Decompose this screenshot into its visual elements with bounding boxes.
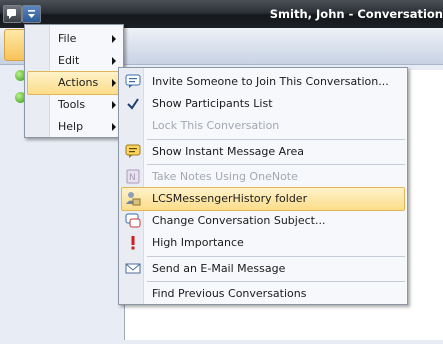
app-menu-button[interactable] xyxy=(22,5,41,23)
menu-item-file[interactable]: File xyxy=(27,27,121,51)
app-icon[interactable] xyxy=(3,5,22,23)
invite-icon xyxy=(125,74,141,88)
menu-item-label: File xyxy=(58,32,77,45)
menu-item-show-participants[interactable]: Show Participants List xyxy=(121,92,405,116)
menu-item-find-previous[interactable]: Find Previous Conversations xyxy=(121,282,405,306)
menu-item-tools[interactable]: Tools xyxy=(27,93,121,117)
onenote-icon: N xyxy=(126,169,140,184)
menu-item-label: LCSMessengerHistory folder xyxy=(152,192,308,205)
menu-item-show-im-area[interactable]: Show Instant Message Area xyxy=(121,140,405,164)
menu-item-label: Find Previous Conversations xyxy=(152,287,307,300)
menu-item-label: Change Conversation Subject... xyxy=(152,214,326,227)
submenu-arrow-icon xyxy=(112,57,116,65)
menu-item-label: Help xyxy=(58,120,84,133)
history-folder-icon xyxy=(126,192,141,206)
menu-item-change-subject[interactable]: Change Conversation Subject... xyxy=(121,209,405,233)
menu-item-label: Invite Someone to Join This Conversation… xyxy=(152,75,389,88)
menu-item-label: Lock This Conversation xyxy=(152,119,280,132)
menu-item-label: High Importance xyxy=(152,236,244,249)
menu-item-invite[interactable]: Invite Someone to Join This Conversation… xyxy=(121,70,405,94)
menu-item-take-notes[interactable]: N Take Notes Using OneNote xyxy=(121,165,405,189)
actions-submenu: Invite Someone to Join This Conversation… xyxy=(118,67,408,305)
menu-item-history-folder[interactable]: LCSMessengerHistory folder xyxy=(121,187,405,211)
menu-item-label: Send an E-Mail Message xyxy=(152,262,286,275)
menu-item-high-importance[interactable]: High Importance xyxy=(121,231,405,255)
exclamation-icon xyxy=(131,236,135,250)
submenu-arrow-icon xyxy=(112,123,116,131)
menu-item-label: Edit xyxy=(58,54,80,67)
email-icon xyxy=(125,263,141,274)
submenu-arrow-icon xyxy=(112,101,116,109)
menu-item-label: Show Instant Message Area xyxy=(152,145,304,158)
subject-icon xyxy=(125,213,141,228)
menu-item-lock-conversation[interactable]: Lock This Conversation xyxy=(121,114,405,138)
menu-item-send-email[interactable]: Send an E-Mail Message xyxy=(121,257,405,281)
menu-item-help[interactable]: Help xyxy=(27,115,121,139)
menu-item-label: Actions xyxy=(58,76,99,89)
main-menu: File Edit Actions Tools Help xyxy=(24,24,124,138)
instant-message-icon xyxy=(125,144,141,158)
menu-item-label: Tools xyxy=(58,98,86,111)
window-title: Smith, John - Conversation xyxy=(269,7,443,21)
menu-item-actions[interactable]: Actions xyxy=(27,71,121,95)
svg-text:N: N xyxy=(129,173,136,183)
menu-item-label: Take Notes Using OneNote xyxy=(152,170,298,183)
menu-item-edit[interactable]: Edit xyxy=(27,49,121,73)
submenu-arrow-icon xyxy=(112,79,116,87)
submenu-arrow-icon xyxy=(112,35,116,43)
checkmark-icon xyxy=(127,98,139,110)
menu-item-label: Show Participants List xyxy=(152,97,273,110)
